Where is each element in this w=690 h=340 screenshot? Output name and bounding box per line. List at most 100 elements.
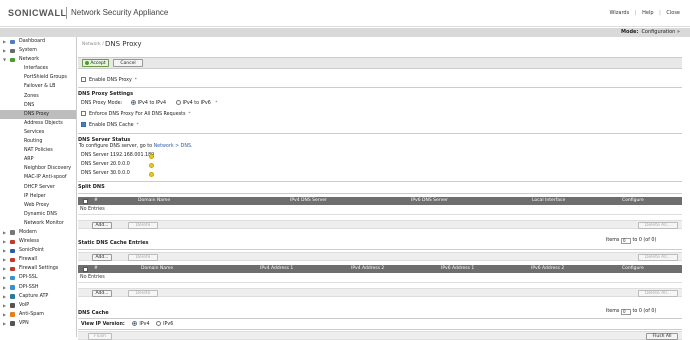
sidebar-item-address-objects[interactable]: Address Objects — [0, 119, 76, 128]
chevron-right-icon[interactable]: ▶ — [3, 310, 6, 319]
chevron-right-icon[interactable]: ▶ — [3, 46, 6, 55]
sidebar-item-services[interactable]: Services — [0, 128, 76, 137]
col-ipv6-dns[interactable]: IPv6 DNS Server — [411, 197, 448, 205]
sidebar-item-network-monitor[interactable]: Network Monitor — [0, 219, 76, 228]
network-dns-link[interactable]: Network > DNS. — [154, 144, 193, 149]
sidebar-item-capture-atp[interactable]: ▶ Capture ATP — [0, 292, 76, 301]
static-cache-delete-button[interactable]: Delete — [128, 289, 158, 297]
settings-title: DNS Proxy Settings — [78, 91, 134, 97]
sidebar-item-mac-ip-anti-spoof[interactable]: MAC-IP Anti-spoof — [0, 173, 76, 182]
static-cache-delete-button[interactable]: Delete — [128, 253, 158, 261]
enforce-checkbox[interactable] — [81, 111, 86, 116]
sidebar-item-modem[interactable]: ▶ Modem — [0, 228, 76, 237]
help-link[interactable]: Help — [642, 10, 653, 16]
col-ipv6-addr2[interactable]: IPv6 Address 2 — [531, 265, 564, 273]
chevron-right-icon[interactable]: ▶ — [3, 37, 6, 46]
col-ipv6-addr1[interactable]: IPv6 Address 1 — [441, 265, 474, 273]
sidebar-item-arp[interactable]: ARP — [0, 155, 76, 164]
breadcrumb[interactable]: Network / — [82, 42, 104, 47]
sidebar-item-firewall-settings[interactable]: ▶ Firewall Settings — [0, 264, 76, 273]
items-from-input[interactable]: 0 — [620, 309, 631, 315]
sidebar-item-label: MAC-IP Anti-spoof — [24, 175, 67, 181]
chevron-right-icon[interactable]: ▶ — [3, 264, 6, 273]
link-separator: | — [659, 10, 661, 16]
select-all-checkbox[interactable] — [83, 198, 88, 204]
dns-server-value: 0.0.0.0 — [113, 171, 130, 176]
sidebar-item-firewall[interactable]: ▶ Firewall — [0, 255, 76, 264]
sidebar-item-dpi-ssh[interactable]: ▶ DPI-SSH — [0, 283, 76, 292]
chevron-right-icon[interactable]: ▶ — [3, 237, 6, 246]
accept-button[interactable]: Accept — [82, 59, 109, 67]
dns-cache-checkbox[interactable] — [81, 122, 86, 127]
split-dns-delete-all-button[interactable]: Delete All... — [638, 221, 678, 229]
enable-dns-proxy-checkbox[interactable] — [81, 77, 86, 82]
sidebar-item-dpi-ssl[interactable]: ▶ DPI-SSL — [0, 273, 76, 282]
chevron-right-icon[interactable]: ▶ — [3, 255, 6, 264]
col-domain[interactable]: Domain Name — [141, 265, 173, 273]
static-cache-delete-all-button[interactable]: Delete All... — [638, 253, 678, 261]
sidebar-item-routing[interactable]: Routing — [0, 137, 76, 146]
system-icon — [10, 48, 15, 54]
sidebar-item-label: IP Helper — [24, 193, 46, 199]
dpi-ssl-icon — [10, 275, 15, 281]
col-local-interface[interactable]: Local Interface — [532, 197, 565, 205]
static-cache-table-header: # Domain Name IPv4 Address 1 IPv4 Addres… — [78, 265, 682, 273]
mode-ipv4-ipv4-radio[interactable] — [130, 100, 136, 105]
sidebar-item-neighbor-discovery[interactable]: Neighbor Discovery — [0, 164, 76, 173]
sidebar-item-failover-lb[interactable]: Failover & LB — [0, 82, 76, 91]
sidebar-item-sonicpoint[interactable]: ▶ SonicPoint — [0, 246, 76, 255]
chevron-right-icon[interactable]: ▶ — [3, 301, 6, 310]
sidebar-item-dashboard[interactable]: ▶ Dashboard — [0, 37, 76, 46]
col-ipv4-addr2[interactable]: IPv4 Address 2 — [351, 265, 384, 273]
wizards-link[interactable]: Wizards — [610, 10, 630, 16]
items-from-input[interactable]: 0 — [620, 238, 631, 244]
col-ipv4-addr1[interactable]: IPv4 Address 1 — [260, 265, 293, 273]
sidebar-item-ip-helper[interactable]: IP Helper — [0, 192, 76, 201]
sidebar-item-network[interactable]: ▼ Network — [0, 55, 76, 64]
static-cache-delete-all-button[interactable]: Delete All... — [638, 289, 678, 297]
divider — [78, 181, 682, 182]
chevron-right-icon[interactable]: ▶ — [3, 273, 6, 282]
split-dns-delete-button[interactable]: Delete — [128, 221, 158, 229]
static-cache-add-button[interactable]: Add... — [92, 289, 112, 297]
close-link[interactable]: Close — [666, 10, 680, 16]
sidebar-item-anti-spam[interactable]: ▶ Anti-Spam — [0, 310, 76, 319]
flush-button[interactable]: Flush — [88, 332, 112, 340]
sidebar-item-dynamic-dns[interactable]: Dynamic DNS — [0, 210, 76, 219]
sidebar-item-label: Wireless — [19, 239, 40, 245]
chevron-right-icon[interactable]: ▶ — [3, 319, 6, 328]
view-ipv6-radio[interactable] — [156, 321, 162, 326]
sidebar-item-wireless[interactable]: ▶ Wireless — [0, 237, 76, 246]
sidebar-item-label: Network Monitor — [24, 220, 64, 226]
sidebar-item-dns[interactable]: DNS — [0, 101, 76, 110]
sidebar-item-dhcp-server[interactable]: DHCP Server — [0, 183, 76, 192]
chevron-right-icon[interactable]: ▶ — [3, 246, 6, 255]
server-config-text: To configure DNS server, go to — [79, 144, 153, 149]
sidebar-item-zones[interactable]: Zones — [0, 92, 76, 101]
col-ipv4-dns[interactable]: IPv4 DNS Server — [290, 197, 327, 205]
chevron-down-icon[interactable]: ▼ — [3, 55, 6, 64]
cancel-button[interactable]: Cancel — [113, 59, 143, 67]
status-icon — [149, 163, 154, 168]
sidebar-item-voip[interactable]: ▶ VoIP — [0, 301, 76, 310]
split-dns-add-button[interactable]: Add... — [92, 221, 112, 229]
sidebar-item-system[interactable]: ▶ System — [0, 46, 76, 55]
static-cache-add-button[interactable]: Add... — [92, 253, 112, 261]
sidebar-item-web-proxy[interactable]: Web Proxy — [0, 201, 76, 210]
sidebar-item-nat-policies[interactable]: NAT Policies — [0, 146, 76, 155]
sidebar-item-portshield-groups[interactable]: PortShield Groups — [0, 73, 76, 82]
col-domain[interactable]: Domain Name — [138, 197, 170, 205]
chevron-right-icon[interactable]: ▶ — [3, 292, 6, 301]
sidebar-item-vpn[interactable]: ▶ VPN — [0, 319, 76, 328]
view-option-label: IPv4 — [139, 322, 150, 327]
select-all-checkbox[interactable] — [83, 266, 88, 272]
mode-selector[interactable]: Mode: Configuration » — [621, 29, 680, 35]
chevron-right-icon[interactable]: ▶ — [3, 228, 6, 237]
view-ipv4-radio[interactable] — [132, 321, 138, 326]
flush-all-button[interactable]: Flush All — [646, 332, 678, 340]
dns-server-row: DNS Server 2: 0.0.0.0 — [81, 162, 154, 168]
sidebar-item-interfaces[interactable]: Interfaces — [0, 64, 76, 73]
chevron-right-icon[interactable]: ▶ — [3, 283, 6, 292]
mode-ipv4-ipv6-radio[interactable] — [175, 100, 181, 105]
sidebar-item-dns-proxy[interactable]: DNS Proxy — [0, 109, 76, 119]
